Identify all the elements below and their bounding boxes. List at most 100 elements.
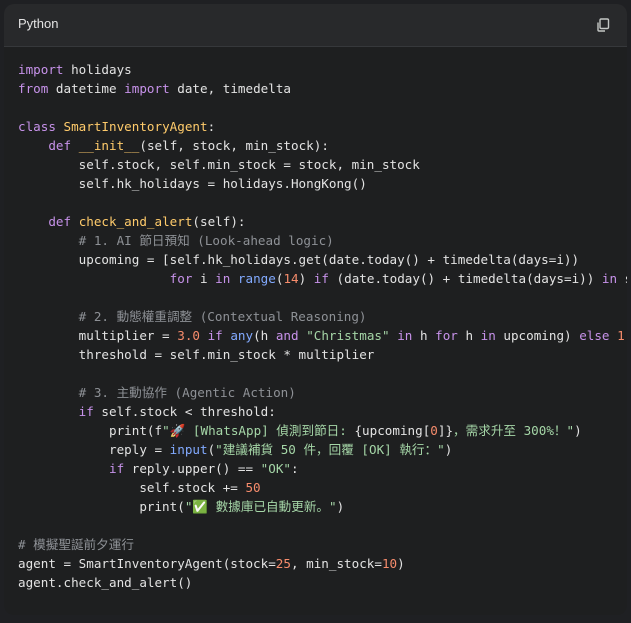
code-token: "🚀 [WhatsApp] 偵測到節日: — [162, 423, 355, 438]
code-token: import — [124, 81, 170, 96]
code-line: agent = SmartInventoryAgent(stock=25, mi… — [18, 556, 405, 571]
code-token: if — [109, 461, 125, 476]
code-token: def — [48, 214, 72, 229]
code-token: "✅ 數據庫已自動更新。" — [184, 499, 337, 514]
code-token: (self, stock, min_stock): — [139, 138, 329, 153]
code-line: # 3. 主動協作 (Agentic Action) — [18, 385, 296, 400]
code-token: range — [237, 271, 276, 286]
copy-icon — [597, 18, 610, 32]
code-token: "Christmas" — [306, 328, 390, 343]
code-token: __init__ — [78, 138, 140, 153]
code-token: self.stock < threshold: — [93, 404, 276, 419]
code-token: ) — [574, 423, 582, 438]
code-token: , min_stock= — [290, 556, 382, 571]
code-token: {upcoming[ — [354, 423, 431, 438]
code-token: ) — [397, 556, 405, 571]
code-token: ]} — [437, 423, 454, 438]
code-line: multiplier = 3.0 if any(h and "Christmas… — [18, 328, 627, 343]
code-token: if — [78, 404, 94, 419]
code-token: s — [617, 271, 627, 286]
code-token: # 模擬聖誕前夕運行 — [18, 537, 134, 552]
code-line: class SmartInventoryAgent: — [18, 119, 215, 134]
code-token: in — [215, 271, 231, 286]
code-line: print("✅ 數據庫已自動更新。") — [18, 499, 344, 514]
code-token: datetime — [48, 81, 125, 96]
code-token: "建議補貨 50 件，回覆 [OK] 執行：" — [215, 442, 445, 457]
code-token: : — [207, 119, 216, 134]
code-token: threshold = self.min_stock * multiplier — [18, 347, 375, 362]
code-token: 3.0 — [177, 328, 200, 343]
code-line: upcoming = [self.hk_holidays.get(date.to… — [18, 252, 579, 267]
code-line: def check_and_alert(self): — [18, 214, 245, 229]
code-content[interactable]: import holidays from datetime import dat… — [18, 60, 627, 615]
code-token: (date.today() + timedelta(days=i)) — [328, 271, 602, 286]
code-block: Python import holidays from datetime imp… — [4, 4, 627, 615]
code-token: if — [313, 271, 329, 286]
code-token: check_and_alert — [78, 214, 193, 229]
code-token: print( — [18, 499, 185, 514]
code-line: # 模擬聖誕前夕運行 — [18, 537, 134, 552]
language-label: Python — [18, 16, 59, 31]
code-line: threshold = self.min_stock * multiplier — [18, 347, 375, 362]
code-line: import holidays — [18, 62, 132, 77]
code-token: input — [169, 442, 208, 457]
code-token: # 2. 動態權重調整 (Contextual Reasoning) — [18, 309, 367, 324]
code-token: : — [291, 461, 299, 476]
code-token: multiplier = — [18, 328, 178, 343]
code-token: for — [169, 271, 193, 286]
code-token: agent = SmartInventoryAgent(stock= — [18, 556, 276, 571]
code-line: self.hk_holidays = holidays.HongKong() — [18, 176, 367, 191]
code-line: from datetime import date, timedelta — [18, 81, 291, 96]
code-token: in — [601, 271, 618, 286]
code-line: if self.stock < threshold: — [18, 404, 276, 419]
code-token: # 1. AI 節日預知 (Look-ahead logic) — [18, 233, 334, 248]
code-token: self.hk_holidays = holidays.HongKong() — [18, 176, 367, 191]
code-token: if — [207, 328, 223, 343]
code-token: date, timedelta — [169, 81, 291, 96]
code-line: if reply.upper() == "OK": — [18, 461, 299, 476]
code-block-header: Python — [4, 4, 627, 47]
code-line: self.stock, self.min_stock = stock, min_… — [18, 157, 420, 172]
code-line: agent.check_and_alert() — [18, 575, 192, 590]
code-token: def — [48, 138, 72, 153]
code-token: any — [230, 328, 254, 343]
code-token: ) — [336, 499, 345, 514]
code-token: SmartInventoryAgent — [63, 119, 208, 134]
code-token: import — [18, 62, 64, 77]
code-token: h — [412, 328, 436, 343]
code-line: # 1. AI 節日預知 (Look-ahead logic) — [18, 233, 334, 248]
code-token: i — [192, 271, 216, 286]
code-token: upcoming = [self.hk_holidays.get(date.to… — [18, 252, 580, 267]
copy-button[interactable] — [595, 17, 611, 33]
code-line: # 2. 動態權重調整 (Contextual Reasoning) — [18, 309, 367, 324]
code-token: 0 — [430, 423, 438, 438]
code-token: reply = — [18, 442, 170, 457]
code-text: import holidays from datetime import dat… — [18, 60, 627, 592]
code-token: (h — [253, 328, 276, 343]
code-token: 10 — [381, 556, 398, 571]
code-line: self.stock += 50 — [18, 480, 260, 495]
code-token: self.stock += — [18, 480, 246, 495]
code-token: "OK" — [260, 461, 291, 476]
code-token: in — [480, 328, 496, 343]
code-token: class — [18, 119, 56, 134]
code-token: in — [397, 328, 413, 343]
code-line: def __init__(self, stock, min_stock): — [18, 138, 329, 153]
code-token: else — [579, 328, 610, 343]
code-token: ) — [444, 442, 453, 457]
code-token: 25 — [275, 556, 291, 571]
code-token: ) — [298, 271, 314, 286]
code-token: 1. — [617, 328, 627, 343]
code-line: reply = input("建議補貨 50 件，回覆 [OK] 執行：") — [18, 442, 452, 457]
